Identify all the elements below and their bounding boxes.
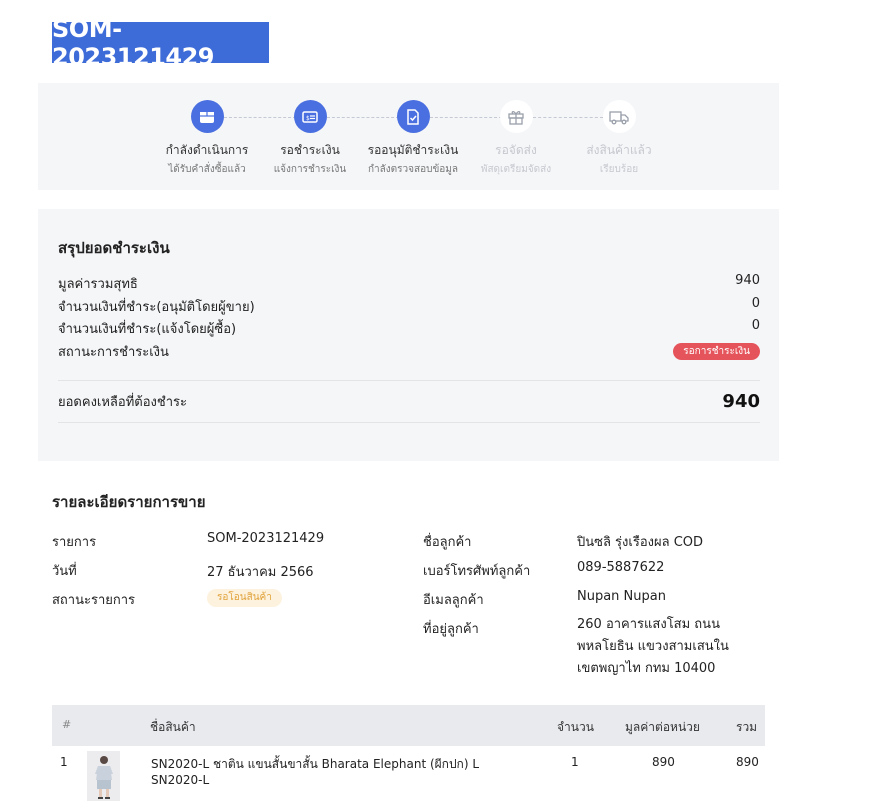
address-line: พหลโยธิน แขวงสามเสนใน xyxy=(577,639,729,654)
step-label: รอชำระเงิน xyxy=(280,143,340,157)
row-total: 890 xyxy=(736,755,759,769)
step-sublabel: กำลังตรวจสอบข้อมูล xyxy=(367,164,459,175)
address-line: เขตพญาไท กทม 10400 xyxy=(577,661,716,676)
summary-divider xyxy=(58,380,760,381)
paid-buyer-row: จำนวนเงินที่ชำระ(แจ้งโดยผู้ซื้อ) 0 xyxy=(58,318,760,339)
date-value: 27 ธันวาคม 2566 xyxy=(207,565,314,580)
net-total-row: มูลค่ารวมสุทธิ 940 xyxy=(58,273,760,294)
order-id-title: SOM-2023121429 xyxy=(52,15,269,71)
address-value: 260 อาคารแสงโสม ถนน พหลโยธิน แขวงสามเสนใ… xyxy=(577,614,747,680)
col-header-name: ชื่อสินค้า xyxy=(150,720,196,734)
row-qty: 1 xyxy=(571,755,579,769)
step-shipped: ส่งสินค้าแล้ว เรียบร้อย xyxy=(564,83,674,177)
payment-status-label: สถานะการชำระเงิน xyxy=(58,345,169,360)
balance-value: 940 xyxy=(722,391,760,412)
row-unit-price: 890 xyxy=(652,755,675,769)
order-progress-panel: กำลังดำเนินการ ได้รับคำสั่งซื้อแล้ว $ รอ… xyxy=(38,83,779,190)
email-label: อีเมลลูกค้า xyxy=(423,593,484,608)
net-total-label: มูลค่ารวมสุทธิ xyxy=(58,277,138,292)
customer-label: ชื่อลูกค้า xyxy=(423,535,472,550)
step-awaiting-shipment: รอจัดส่ง พัสดุเตรียมจัดส่ง xyxy=(461,83,571,177)
step-payment-approval: รออนุมัติชำระเงิน กำลังตรวจสอบข้อมูล xyxy=(358,83,468,177)
product-thumbnail[interactable] xyxy=(87,751,120,801)
paid-buyer-value: 0 xyxy=(751,318,760,333)
col-header-num: # xyxy=(62,718,72,731)
paid-seller-value: 0 xyxy=(751,296,760,311)
col-header-unit-price: มูลค่าต่อหน่วย xyxy=(625,720,700,734)
product-name: SN2020-L ชาติน แขนสั้นขาสั้น Bharata Ele… xyxy=(151,757,480,771)
box-icon xyxy=(190,100,224,133)
step-label: รออนุมัติชำระเงิน xyxy=(367,143,459,157)
date-label: วันที่ xyxy=(52,564,77,579)
row-num: 1 xyxy=(60,755,68,769)
svg-text:$: $ xyxy=(306,115,310,122)
product-sku: SN2020-L xyxy=(151,773,210,787)
step-sublabel: ได้รับคำสั่งซื้อแล้ว xyxy=(168,164,246,175)
order-status-badge: รอโอนสินค้า xyxy=(207,589,282,607)
balance-label: ยอดคงเหลือที่ต้องชำระ xyxy=(58,395,187,410)
col-header-total: รวม xyxy=(736,720,758,734)
step-label: ส่งสินค้าแล้ว xyxy=(586,143,652,157)
payment-status-badge: รอการชำระเงิน xyxy=(673,343,760,360)
phone-value: 089-5887622 xyxy=(577,560,665,575)
step-label: รอจัดส่ง xyxy=(495,143,537,157)
paid-seller-row: จำนวนเงินที่ชำระ(อนุมัติโดยผู้ขาย) 0 xyxy=(58,296,760,317)
summary-title: สรุปยอดชำระเงิน xyxy=(58,239,170,257)
step-awaiting-payment: $ รอชำระเงิน แจ้งการชำระเงิน xyxy=(255,83,365,177)
customer-value: ปินซลิ รุ่งเรืองผล COD xyxy=(577,535,704,550)
gift-icon xyxy=(499,100,533,133)
details-title: รายละเอียดรายการขาย xyxy=(52,493,206,511)
balance-row: ยอดคงเหลือที่ต้องชำระ 940 xyxy=(58,391,760,412)
net-total-value: 940 xyxy=(735,273,760,288)
address-line: 260 อาคารแสงโสม ถนน xyxy=(577,617,720,632)
col-header-qty: จำนวน xyxy=(557,720,594,734)
order-status-label: สถานะรายการ xyxy=(52,593,136,608)
step-sublabel: แจ้งการชำระเงิน xyxy=(273,164,347,175)
payment-card-icon: $ xyxy=(293,100,327,133)
step-sublabel: พัสดุเตรียมจัดส่ง xyxy=(480,164,552,175)
phone-label: เบอร์โทรศัพท์ลูกค้า xyxy=(423,564,531,579)
address-label: ที่อยู่ลูกค้า xyxy=(423,622,479,637)
step-label: กำลังดำเนินการ xyxy=(165,143,249,157)
truck-icon xyxy=(602,100,636,133)
step-sublabel: เรียบร้อย xyxy=(599,164,639,175)
order-value: SOM-2023121429 xyxy=(207,531,325,546)
payment-summary-panel: สรุปยอดชำระเงิน มูลค่ารวมสุทธิ 940 จำนวน… xyxy=(38,209,779,461)
email-value: Nupan Nupan xyxy=(577,589,666,604)
items-table-header: # ชื่อสินค้า จำนวน มูลค่าต่อหน่วย รวม xyxy=(52,705,765,746)
order-label: รายการ xyxy=(52,535,97,550)
summary-divider xyxy=(58,422,760,423)
step-processing: กำลังดำเนินการ ได้รับคำสั่งซื้อแล้ว xyxy=(152,83,262,177)
payment-status-row: สถานะการชำระเงิน รอการชำระเงิน xyxy=(58,341,760,362)
paid-buyer-label: จำนวนเงินที่ชำระ(แจ้งโดยผู้ซื้อ) xyxy=(58,322,237,337)
document-check-icon xyxy=(396,100,430,133)
paid-seller-label: จำนวนเงินที่ชำระ(อนุมัติโดยผู้ขาย) xyxy=(58,300,255,315)
